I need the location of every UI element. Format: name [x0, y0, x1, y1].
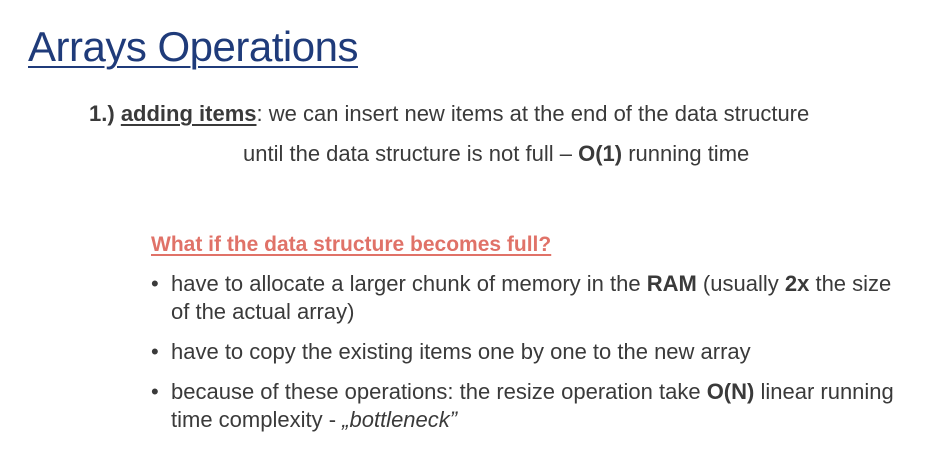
- bullet-text: (usually: [696, 271, 785, 296]
- complexity-o1: O(1): [578, 141, 623, 166]
- item-heading: adding items: [120, 101, 257, 126]
- item-description: : we can insert new items at the end of …: [256, 101, 810, 126]
- ram-term: RAM: [646, 271, 697, 296]
- item-description-cont: until the data structure is not full –: [243, 141, 579, 166]
- item-adding-line-2: until the data structure is not full – O…: [243, 141, 749, 167]
- bullet-item-copy: have to copy the existing items one by o…: [151, 338, 911, 366]
- item-description-end: running time: [622, 141, 750, 166]
- bullet-item-allocate: have to allocate a larger chunk of memor…: [151, 270, 911, 326]
- bullet-text: have to copy the existing items one by o…: [171, 339, 751, 364]
- page-title: Arrays Operations: [28, 23, 358, 70]
- bullet-text: because of these operations: the resize …: [171, 379, 707, 404]
- factor-term: 2x: [784, 271, 810, 296]
- bullet-item-resize: because of these operations: the resize …: [151, 378, 911, 434]
- item-adding-line-1: 1.) adding items: we can insert new item…: [89, 101, 809, 127]
- question-heading: What if the data structure becomes full?: [151, 233, 552, 256]
- bullet-list: have to allocate a larger chunk of memor…: [151, 270, 911, 446]
- bullet-text: have to allocate a larger chunk of memor…: [171, 271, 647, 296]
- item-number: 1.): [89, 101, 115, 126]
- bottleneck-term: „bottleneck”: [342, 407, 458, 432]
- complexity-on: O(N): [706, 379, 755, 404]
